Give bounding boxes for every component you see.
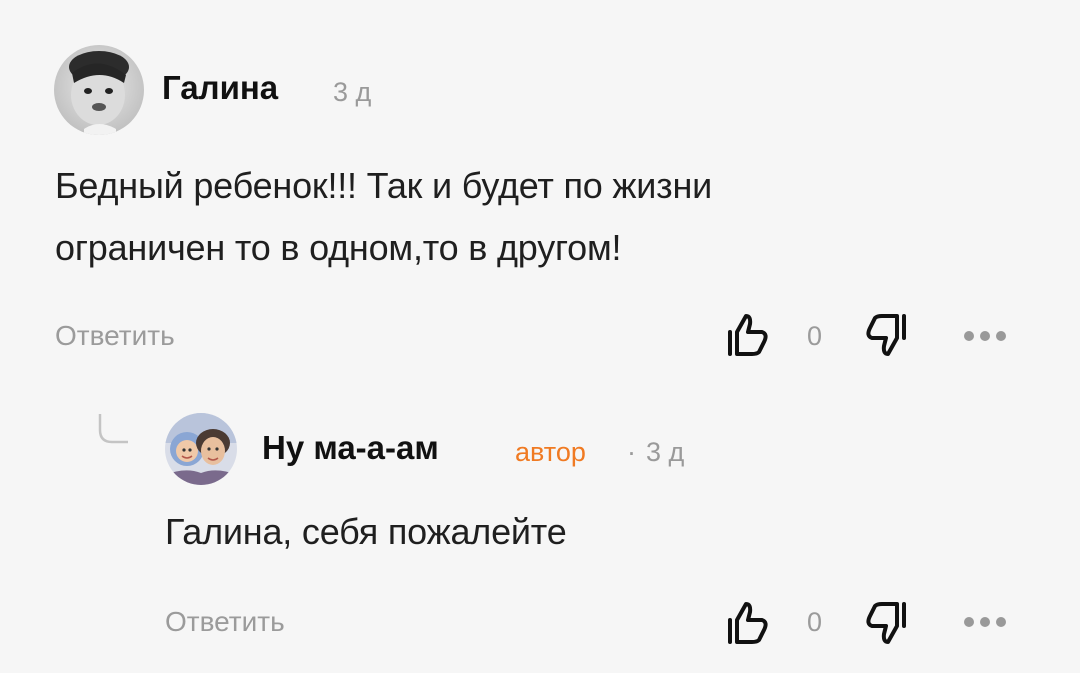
- comment-timestamp: 3 д: [646, 437, 685, 467]
- dislike-button[interactable]: [862, 600, 910, 648]
- more-button[interactable]: [960, 612, 1010, 632]
- like-count: 0: [807, 607, 823, 637]
- thumbs-down-icon: [866, 314, 906, 356]
- reply-thread-line: [96, 412, 130, 446]
- author-name[interactable]: Галина: [162, 68, 278, 108]
- more-dots-icon: [964, 617, 1006, 627]
- thumbs-up-icon: [728, 314, 768, 356]
- reply-button[interactable]: Ответить: [55, 318, 175, 354]
- reply-button[interactable]: Ответить: [165, 604, 285, 640]
- like-button[interactable]: [724, 310, 772, 358]
- comment-text: Галина, себя пожалейте: [165, 511, 567, 552]
- meta-separator: ·: [627, 437, 636, 467]
- more-dots-icon: [964, 331, 1006, 341]
- comment-timestamp: 3 д: [333, 77, 372, 107]
- author-name[interactable]: Ну ма-а-ам: [262, 428, 439, 468]
- like-count: 0: [807, 321, 823, 351]
- comment-text-line-2: ограничен то в одном,то в другом!: [55, 227, 622, 268]
- author-badge: автор: [515, 437, 586, 467]
- avatar[interactable]: [54, 45, 144, 135]
- mother-child-photo-avatar-icon: [165, 413, 237, 485]
- baby-photo-avatar-icon: [54, 45, 144, 135]
- comment-text-line-1: Бедный ребенок!!! Так и будет по жизни: [55, 165, 713, 206]
- reply-thread-line-icon: [98, 414, 128, 444]
- thumbs-up-icon: [728, 602, 768, 644]
- dislike-button[interactable]: [862, 312, 910, 360]
- more-button[interactable]: [960, 326, 1010, 346]
- like-button[interactable]: [724, 598, 772, 646]
- thumbs-down-icon: [866, 602, 906, 644]
- avatar[interactable]: [165, 413, 237, 485]
